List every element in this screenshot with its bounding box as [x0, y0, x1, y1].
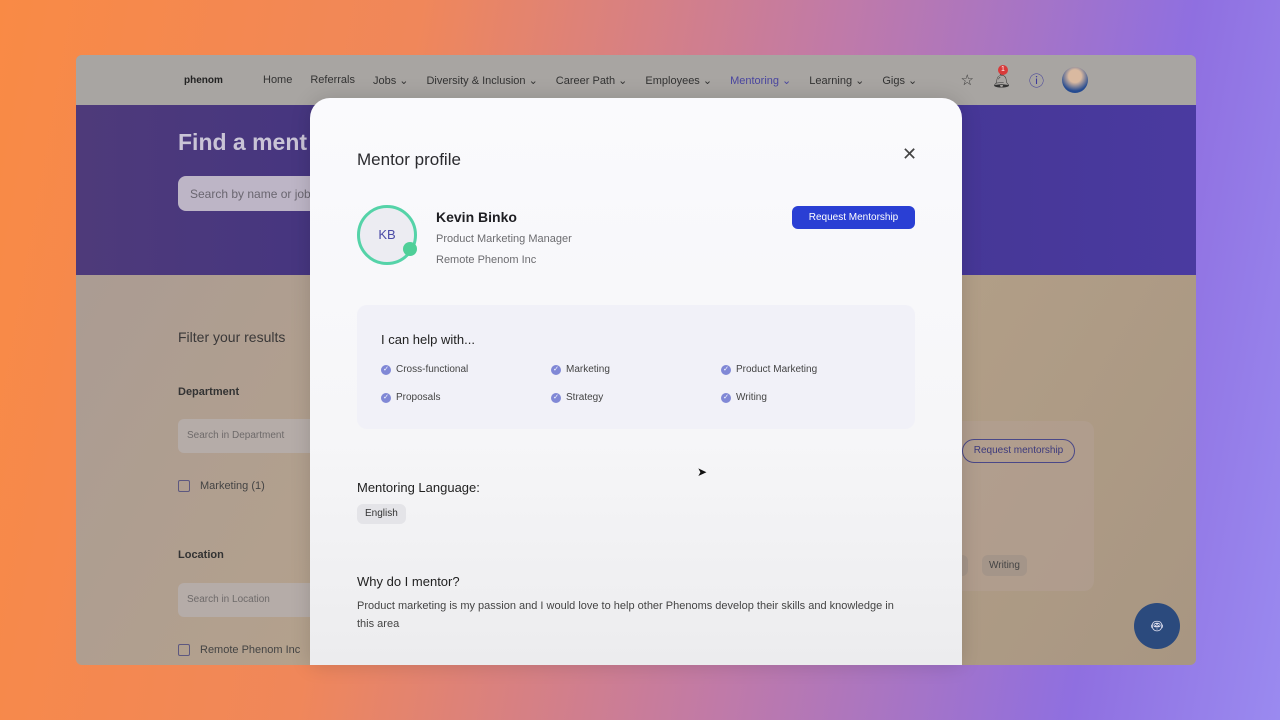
check-icon: ✓ — [381, 392, 391, 403]
why-label: Why do I mentor? — [357, 574, 460, 589]
department-option[interactable]: Marketing (1) — [178, 480, 265, 493]
nav-home[interactable]: Home — [263, 74, 292, 87]
why-text: Product marketing is my passion and I wo… — [357, 600, 894, 630]
phenom-logo[interactable]: phenom — [184, 75, 223, 86]
avatar[interactable] — [1062, 67, 1088, 93]
skill-label: Writing — [736, 392, 767, 403]
location-option[interactable]: Remote Phenom Inc — [178, 644, 301, 657]
language-label: Mentoring Language: — [357, 480, 480, 495]
mouse-cursor-icon: ➤ — [697, 465, 708, 479]
check-icon: ✓ — [721, 364, 731, 375]
skill-item: ✓ Strategy — [551, 392, 603, 403]
online-status-icon — [403, 242, 417, 256]
filter-title: Filter your results — [178, 329, 286, 345]
help-section: I can help with... ✓ Cross-functional ✓ Ma… — [357, 305, 915, 429]
nav-career-path[interactable]: Career Path ⌄ — [556, 74, 628, 87]
skill-label: Proposals — [396, 392, 441, 403]
nav-jobs[interactable]: Jobs ⌄ — [373, 74, 409, 87]
avatar: KB — [357, 205, 417, 265]
page-title: Find a ment — [178, 129, 308, 155]
mentor-profile-modal: Mentor profile ✕ KB Kevin Binko Product … — [310, 98, 962, 665]
checkbox[interactable] — [178, 644, 190, 657]
star-icon[interactable]: ☆ — [960, 71, 973, 89]
nav-employees[interactable]: Employees ⌄ — [645, 74, 712, 87]
check-icon: ✓ — [551, 392, 561, 403]
language-tag: English — [357, 504, 406, 524]
help-icon[interactable]: ⓘ — [1029, 70, 1044, 91]
request-mentorship-button-bg[interactable]: Request mentorship — [962, 439, 1075, 463]
help-title: I can help with... — [381, 332, 475, 347]
skill-label: Product Marketing — [736, 364, 818, 375]
modal-title: Mentor profile — [357, 150, 461, 169]
notification-badge: 1 — [997, 65, 1008, 75]
chatbot-icon[interactable]: 🤖︎ — [1134, 603, 1180, 649]
check-icon: ✓ — [381, 364, 391, 375]
skill-label: Strategy — [566, 392, 604, 403]
skill-label: Cross-functional — [396, 364, 469, 375]
skill-item: ✓ Writing — [721, 392, 767, 403]
check-icon: ✓ — [721, 392, 731, 403]
checkbox[interactable] — [178, 480, 190, 493]
nav-learning[interactable]: Learning ⌄ — [809, 74, 864, 87]
nav-referrals[interactable]: Referrals — [310, 74, 355, 87]
nav-gigs[interactable]: Gigs ⌄ — [882, 74, 917, 87]
department-label: Department — [178, 386, 240, 398]
skill-tag: Writing — [982, 555, 1027, 576]
check-icon: ✓ — [551, 364, 561, 375]
mentor-name: Kevin Binko — [436, 209, 517, 225]
skill-item: ✓ Marketing — [551, 364, 610, 375]
nav-mentoring[interactable]: Mentoring ⌄ — [730, 74, 791, 87]
skill-item: ✓ Proposals — [381, 392, 440, 403]
skill-item: ✓ Product Marketing — [721, 364, 817, 375]
bell-icon[interactable]: 🔔︎ 1 — [992, 65, 1011, 89]
skill-item: ✓ Cross-functional — [381, 364, 468, 375]
mentor-role: Product Marketing Manager — [436, 233, 572, 245]
option-label: Marketing (1) — [200, 480, 265, 492]
option-label: Remote Phenom Inc — [200, 644, 301, 656]
request-mentorship-button[interactable]: Request Mentorship — [792, 206, 915, 229]
nav-diversity[interactable]: Diversity & Inclusion ⌄ — [426, 74, 537, 87]
close-icon[interactable]: ✕ — [902, 144, 917, 165]
location-label: Location — [178, 549, 224, 561]
skill-label: Marketing — [566, 364, 610, 375]
mentor-org: Remote Phenom Inc — [436, 254, 537, 266]
